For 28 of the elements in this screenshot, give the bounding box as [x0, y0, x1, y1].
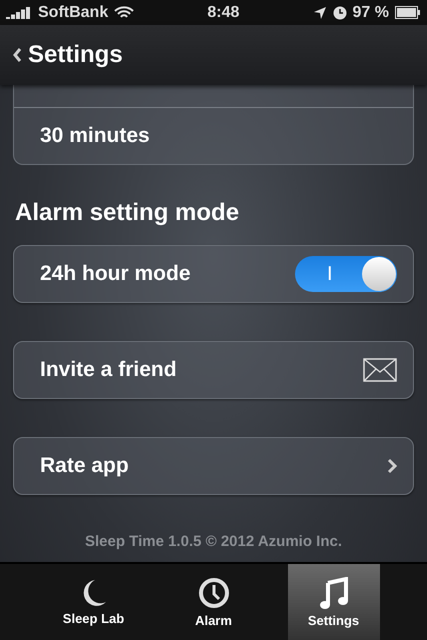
moon-icon — [80, 578, 106, 606]
row-label: Invite a friend — [40, 358, 177, 382]
back-button[interactable]: Settings — [12, 41, 123, 69]
location-icon — [312, 6, 327, 20]
footer-text: Sleep Time 1.0.5 © 2012 Azumio Inc. — [85, 533, 342, 550]
tab[interactable]: Settings — [288, 564, 380, 640]
battery-percent: 97 % — [352, 4, 389, 22]
tab[interactable]: Sleep Lab — [48, 564, 140, 640]
battery-icon — [395, 6, 421, 19]
chevron-right-icon — [387, 458, 397, 474]
carrier-name: SoftBank — [38, 4, 108, 22]
list-item[interactable]: 30 minutes — [14, 108, 413, 164]
settings-row[interactable]: Rate app — [13, 437, 414, 495]
clock-icon — [198, 576, 230, 608]
wifi-icon — [114, 6, 134, 20]
row-label: Rate app — [40, 454, 129, 478]
settings-row[interactable]: 24h hour mode I — [13, 245, 414, 303]
settings-row[interactable]: Invite a friend — [13, 341, 414, 399]
chevron-left-icon — [12, 47, 22, 63]
music-note-icon — [318, 576, 348, 608]
row-label: 24h hour mode — [40, 262, 191, 286]
tab[interactable]: Alarm — [168, 564, 260, 640]
clock-icon — [332, 6, 347, 20]
toggle-on-text: I — [327, 262, 333, 286]
status-time: 8:48 — [207, 4, 240, 20]
signal-icon — [6, 6, 32, 18]
envelope-icon — [363, 358, 397, 382]
section-title: Alarm setting mode — [15, 199, 240, 227]
